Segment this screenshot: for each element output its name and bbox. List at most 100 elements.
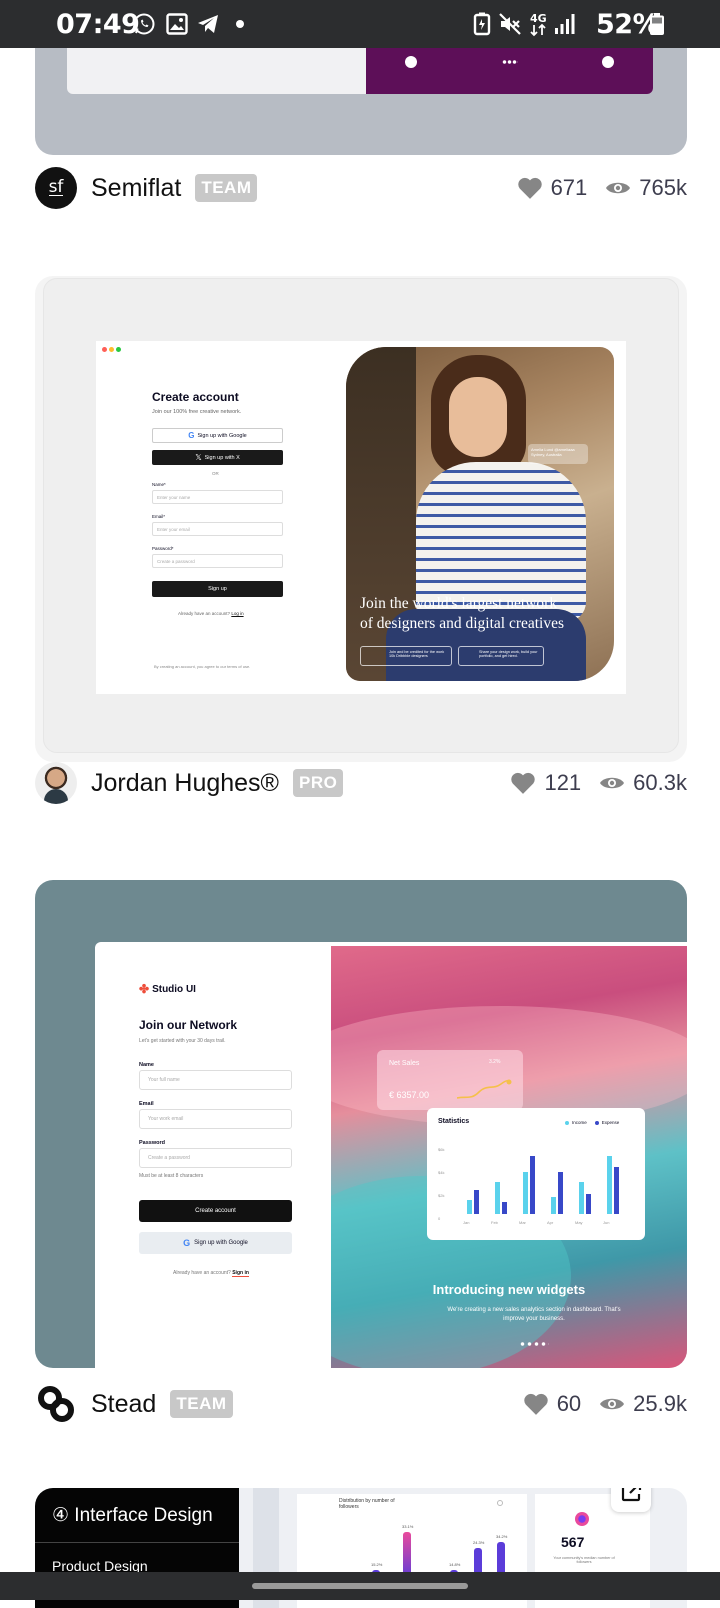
already-account: Already have an account? Log in	[178, 611, 244, 616]
network-4g-text: 4G	[530, 12, 547, 25]
chart-menu-icon	[497, 1500, 503, 1506]
net-sales-label: Net Sales	[389, 1060, 420, 1067]
x-signup-button: 𝕏 Sign up with X	[152, 450, 283, 465]
net-sales-card: Net Sales 3.2% € 6357.00	[377, 1050, 523, 1110]
name-label: Name*	[152, 482, 166, 487]
x-signup-label: Sign up with X	[204, 454, 240, 461]
heart-icon[interactable]	[510, 771, 536, 795]
svg-text:15.2%: 15.2%	[371, 1562, 383, 1567]
or-divider: OR	[212, 471, 219, 476]
eye-icon	[605, 179, 631, 197]
carousel-dots	[502, 60, 518, 64]
join-subtitle: Let's get started with your 30 days trai…	[139, 1038, 226, 1044]
studio-brand: ✤ Studio UI	[139, 982, 196, 996]
like-count: 671	[550, 175, 588, 200]
avatar-logo-text: sf	[48, 177, 64, 197]
password-field: Create a password	[139, 1148, 292, 1168]
x-axis-months: Jan Feb Mar Apr May Jun	[463, 1220, 610, 1225]
avatar[interactable]: sf	[35, 167, 77, 209]
mute-icon	[498, 12, 522, 36]
create-account-button: Create account	[139, 1200, 292, 1222]
widgets-hero: Net Sales 3.2% € 6357.00 Statistics Inco…	[331, 946, 687, 1368]
password-hint: Must be at least 8 characters	[139, 1173, 204, 1179]
terms-text: By creating an account, you agree to our…	[154, 664, 251, 669]
email-label: Email*	[152, 514, 166, 519]
like-count: 121	[544, 770, 582, 795]
shot-meta-jordan-hughes: Jordan Hughes® PRO 121 60.3k	[35, 761, 687, 805]
google-icon: G	[183, 1238, 191, 1248]
menu-item-interface-design: ④ Interface Design	[52, 1505, 213, 1526]
like-count: 60	[556, 1391, 582, 1416]
shot-card-stead[interactable]: ✤ Studio UI Join our Network Let's get st…	[35, 880, 687, 1368]
statistics-legend: Income Expense	[565, 1120, 619, 1125]
net-sales-sparkline	[457, 1079, 512, 1099]
widgets-body: We're creating a new sales analytics sec…	[447, 1307, 621, 1322]
password-field: Create a password	[152, 554, 283, 568]
statistics-widget: Statistics Income Expense $6k$4k$2k0	[427, 1108, 645, 1240]
preview-title: Create account	[152, 390, 239, 404]
net-sales-value: € 6357.00	[389, 1090, 430, 1100]
telegram-icon	[196, 12, 220, 36]
svg-text:14.8%: 14.8%	[449, 1562, 461, 1567]
carousel-dots	[519, 1342, 549, 1346]
author-name[interactable]: Stead	[91, 1390, 156, 1419]
profile-tag: Amelia Lund @ameliaaa Sydney, Australia	[528, 444, 588, 464]
median-number: 567	[561, 1534, 585, 1550]
whatsapp-icon	[132, 12, 156, 36]
svg-text:33.1%: 33.1%	[402, 1524, 414, 1529]
heart-icon[interactable]	[517, 176, 543, 200]
shot-card-semiflat[interactable]	[35, 30, 687, 155]
brand-logo-icon: ✤	[139, 982, 150, 996]
google-signup-label: Sign up with Google	[197, 432, 247, 439]
join-title: Join our Network	[139, 1018, 238, 1032]
signup-button: Sign up	[152, 581, 283, 597]
google-signup-button: G Sign up with Google	[139, 1232, 292, 1254]
author-name[interactable]: Semiflat	[91, 174, 181, 203]
battery-icon	[648, 12, 666, 36]
feature-card-1: Join and be credited for the work 10k Dr…	[360, 646, 452, 666]
shot-card-jordan-hughes[interactable]: Create account Join our 100% free creati…	[35, 276, 687, 762]
dot-icon	[228, 12, 252, 36]
home-indicator[interactable]	[252, 1583, 468, 1589]
median-caption: Your community's median number of follow…	[553, 1556, 615, 1564]
svg-text:34.2%: 34.2%	[496, 1534, 508, 1539]
statistics-bars	[467, 1156, 619, 1214]
navigation-bar	[0, 1572, 720, 1600]
avatar[interactable]	[35, 1383, 77, 1425]
pro-badge: PRO	[292, 769, 344, 797]
name-field: Your full name	[139, 1070, 292, 1090]
name-field: Enter your name	[152, 490, 283, 504]
email-label: Email	[139, 1101, 154, 1107]
y-axis-ticks: $6k $4k $2k 0	[438, 1147, 445, 1221]
carousel-prev-icon	[405, 56, 417, 68]
svg-text:24.3%: 24.3%	[473, 1540, 485, 1545]
heart-icon[interactable]	[523, 1392, 549, 1416]
network-4g-icon: 4G	[528, 12, 550, 37]
net-sales-change: 3.2%	[489, 1059, 501, 1065]
team-badge: TEAM	[170, 1390, 233, 1418]
feature-card-2: Share your design work, build your portf…	[458, 646, 544, 666]
email-field: Enter your email	[152, 522, 283, 536]
eye-icon	[599, 774, 625, 792]
name-label: Name	[139, 1062, 154, 1068]
shot-preview-create-account: Create account Join our 100% free creati…	[96, 341, 626, 694]
view-count: 765k	[639, 175, 687, 200]
gallery-icon	[165, 12, 189, 36]
team-badge: TEAM	[195, 174, 258, 202]
already-account: Already have an account? Sign in	[173, 1270, 249, 1277]
view-count: 25.9k	[633, 1391, 687, 1416]
widgets-headline: Introducing new widgets	[432, 1282, 586, 1297]
author-name[interactable]: Jordan Hughes®	[91, 769, 279, 798]
hero-photo: Amelia Lund @ameliaaa Sydney, Australia J…	[346, 347, 614, 681]
preview-subtitle: Join our 100% free creative network.	[152, 409, 242, 415]
badge-icon	[575, 1512, 589, 1526]
followers-chart-title: Distribution by number of followers	[339, 1498, 395, 1510]
external-link-icon[interactable]	[611, 1488, 651, 1512]
carousel-next-icon	[602, 56, 614, 68]
stead-logo-icon	[38, 1386, 74, 1422]
shot-meta-semiflat: sf Semiflat TEAM 671 765k	[35, 166, 687, 210]
battery-saver-icon	[470, 12, 494, 36]
avatar[interactable]	[35, 762, 77, 804]
shot-preview-join-network: ✤ Studio UI Join our Network Let's get st…	[95, 942, 687, 1368]
view-count: 60.3k	[633, 770, 687, 795]
